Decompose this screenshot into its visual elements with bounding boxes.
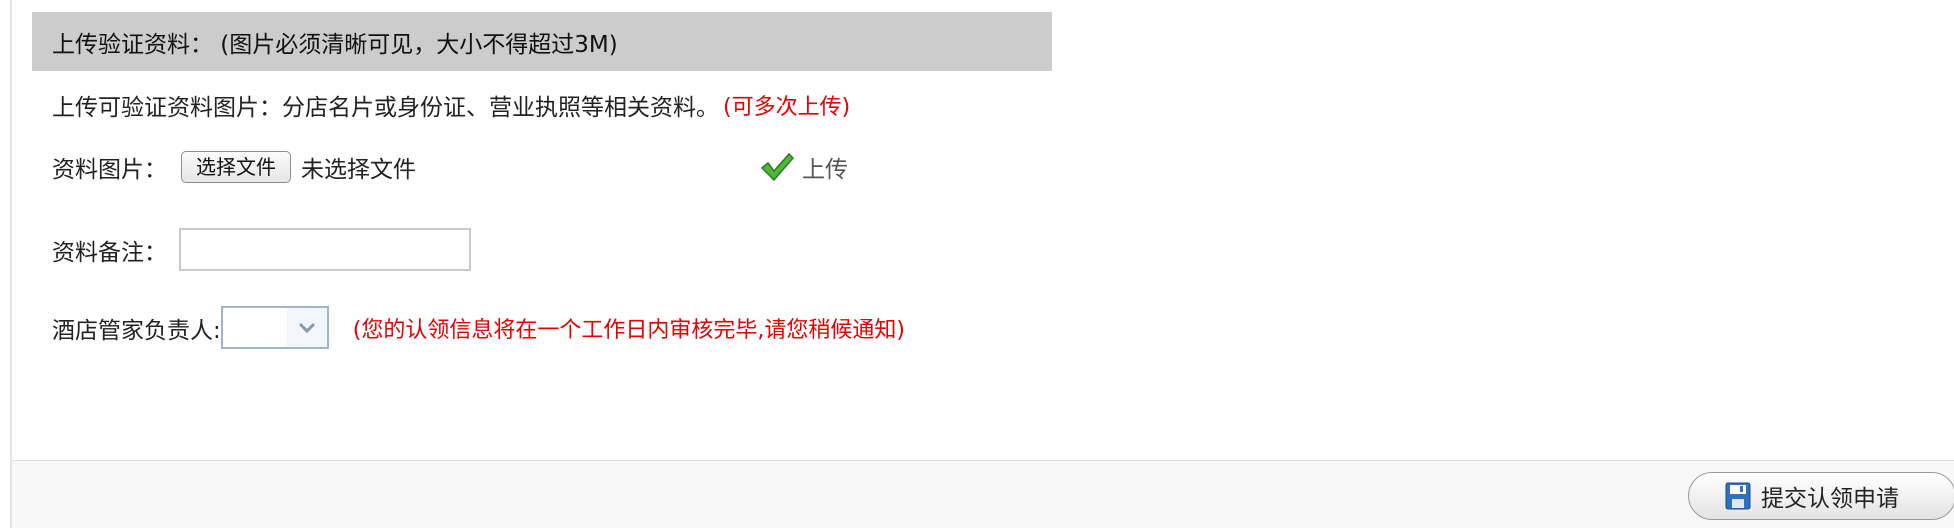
file-label: 资料图片： (52, 157, 167, 183)
intro-text: 上传可验证资料图片：分店名片或身份证、营业执照等相关资料。 (52, 95, 719, 121)
file-status: 未选择文件 (301, 157, 416, 183)
footer-bar (12, 460, 1954, 528)
choose-file-button[interactable]: 选择文件 (181, 151, 291, 183)
file-row: 资料图片： 选择文件 未选择文件 (52, 150, 416, 184)
manager-label: 酒店管家负责人: (52, 317, 221, 344)
submit-claim-button[interactable]: 提交认领申请 (1688, 472, 1954, 520)
claim-upload-form: 上传验证资料： (图片必须清晰可见，大小不得超过3M) 上传可验证资料图片：分店… (0, 0, 1954, 528)
section-title: 上传验证资料： (图片必须清晰可见，大小不得超过3M) (52, 31, 618, 58)
review-notice: (您的认领信息将在一个工作日内审核完毕,请您稍候通知) (352, 317, 905, 343)
manager-row: 酒店管家负责人: (您的认领信息将在一个工作日内审核完毕,请您稍候通知) (52, 306, 905, 349)
section-header: 上传验证资料： (图片必须清晰可见，大小不得超过3M) (32, 12, 1052, 71)
save-disk-icon (1725, 482, 1751, 510)
manager-select[interactable] (220, 306, 329, 349)
remark-label: 资料备注： (52, 239, 167, 266)
upload-button[interactable]: 上传 (760, 150, 848, 184)
remark-input[interactable] (179, 228, 471, 271)
left-border (10, 0, 12, 528)
remark-row: 资料备注： (52, 228, 471, 271)
checkmark-icon (760, 152, 794, 182)
intro-row: 上传可验证资料图片：分店名片或身份证、营业执照等相关资料。 (可多次上传) (52, 88, 850, 122)
submit-label: 提交认领申请 (1761, 486, 1899, 512)
chevron-down-icon (286, 308, 327, 347)
multi-upload-note: (可多次上传) (723, 95, 851, 120)
upload-label: 上传 (802, 157, 848, 183)
